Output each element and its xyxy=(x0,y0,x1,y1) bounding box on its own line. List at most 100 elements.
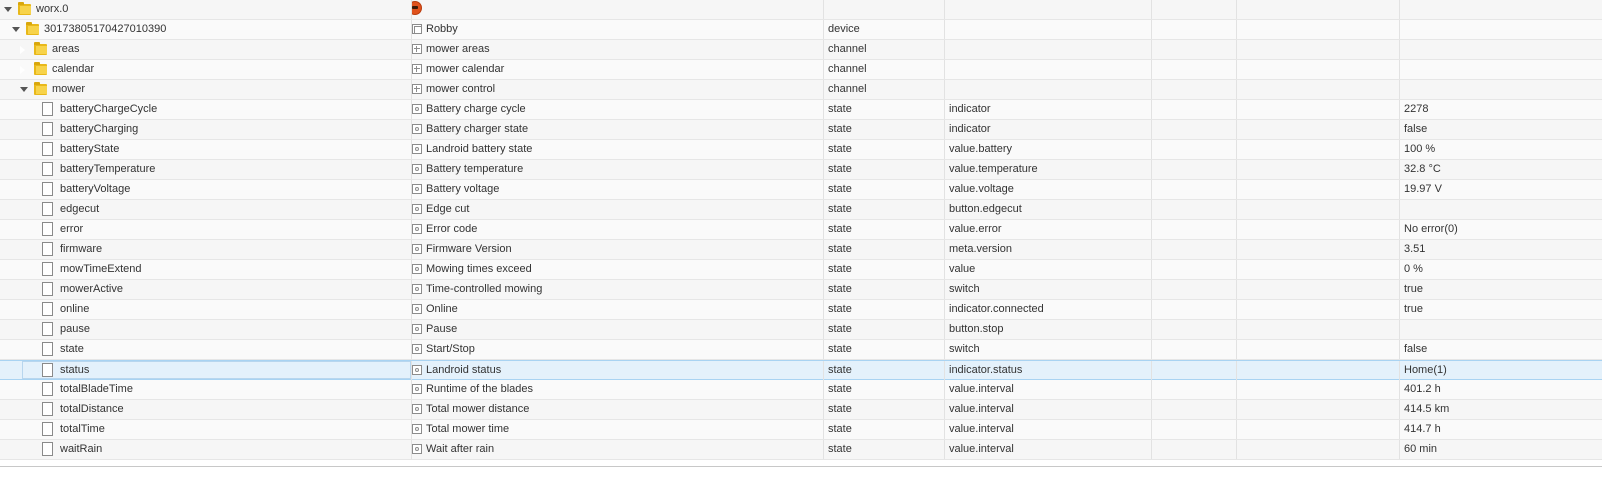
value-cell[interactable]: false xyxy=(1400,120,1602,139)
tree-row-batteryTemperature[interactable]: batteryTemperature Battery temperature sta… xyxy=(0,160,1602,180)
name-cell[interactable]: Mowing times exceed xyxy=(412,260,824,279)
id-cell[interactable]: state xyxy=(0,340,412,359)
id-cell[interactable]: pause xyxy=(0,320,412,339)
value-cell[interactable] xyxy=(1400,200,1602,219)
id-cell[interactable]: batteryVoltage xyxy=(0,180,412,199)
id-cell[interactable]: error xyxy=(0,220,412,239)
id-cell[interactable]: edgecut xyxy=(0,200,412,219)
name-cell[interactable]: Robby xyxy=(412,20,824,39)
value-cell[interactable]: Home(1) xyxy=(1400,361,1602,380)
name-cell[interactable]: Start/Stop xyxy=(412,340,824,359)
name-cell[interactable]: Landroid battery state xyxy=(412,140,824,159)
name-cell[interactable]: mower calendar xyxy=(412,60,824,79)
id-cell[interactable]: status xyxy=(0,361,412,380)
name-cell[interactable]: Online xyxy=(412,300,824,319)
role-cell: indicator xyxy=(945,120,1152,139)
value-cell[interactable]: 2278 xyxy=(1400,100,1602,119)
id-cell[interactable]: mowTimeExtend xyxy=(0,260,412,279)
name-cell[interactable]: Battery temperature xyxy=(412,160,824,179)
name-cell[interactable]: mower areas xyxy=(412,40,824,59)
value-cell[interactable]: 100 % xyxy=(1400,140,1602,159)
expand-open-icon[interactable] xyxy=(12,27,20,32)
name-cell[interactable]: Total mower distance xyxy=(412,400,824,419)
id-cell[interactable]: firmware xyxy=(0,240,412,259)
value-cell[interactable]: 60 min xyxy=(1400,440,1602,459)
id-cell[interactable]: areas xyxy=(0,40,412,59)
tree-row-calendar[interactable]: calendar mower calendar channel xyxy=(0,60,1602,80)
value-cell[interactable]: 0 % xyxy=(1400,260,1602,279)
tree-row-state[interactable]: state Start/Stop state switch false xyxy=(0,340,1602,360)
tree-row-mower[interactable]: mower mower control channel xyxy=(0,80,1602,100)
value-cell[interactable] xyxy=(1400,320,1602,339)
id-cell[interactable]: mowerActive xyxy=(0,280,412,299)
value-cell[interactable]: No error(0) xyxy=(1400,220,1602,239)
id-cell[interactable]: totalTime xyxy=(0,420,412,439)
id-cell[interactable]: waitRain xyxy=(0,440,412,459)
value-cell[interactable] xyxy=(1400,20,1602,39)
value-cell[interactable]: 32.8 °C xyxy=(1400,160,1602,179)
name-cell[interactable]: Landroid status xyxy=(412,361,824,380)
tree-row-online[interactable]: online Online state indicator.connected true xyxy=(0,300,1602,320)
name-cell[interactable]: Battery voltage xyxy=(412,180,824,199)
tree-row-mowTimeExtend[interactable]: mowTimeExtend Mowing times exceed state val… xyxy=(0,260,1602,280)
tree-row-mowerActive[interactable]: mowerActive Time-controlled mowing state sw… xyxy=(0,280,1602,300)
tree-row-edgecut[interactable]: edgecut Edge cut state button.edgecut xyxy=(0,200,1602,220)
tree-row-30173805170427010390[interactable]: 30173805170427010390 Robby device xyxy=(0,20,1602,40)
tree-row-status[interactable]: status Landroid status state indicator.stat… xyxy=(0,360,1602,380)
id-cell[interactable]: totalBladeTime xyxy=(0,380,412,399)
expand-closed-icon[interactable] xyxy=(19,65,25,75)
name-cell[interactable]: Pause xyxy=(412,320,824,339)
value-cell[interactable] xyxy=(1400,0,1602,19)
id-cell[interactable]: totalDistance xyxy=(0,400,412,419)
id-cell[interactable]: 30173805170427010390 xyxy=(0,20,412,39)
tree-row-batteryChargeCycle[interactable]: batteryChargeCycle Battery charge cycle st… xyxy=(0,100,1602,120)
id-cell[interactable]: batteryState xyxy=(0,140,412,159)
value-cell[interactable]: 3.51 xyxy=(1400,240,1602,259)
tree-row-batteryVoltage[interactable]: batteryVoltage Battery voltage state value.… xyxy=(0,180,1602,200)
id-cell[interactable]: mower xyxy=(0,80,412,99)
value-cell[interactable]: 414.5 km xyxy=(1400,400,1602,419)
value-cell[interactable]: true xyxy=(1400,280,1602,299)
value-cell[interactable] xyxy=(1400,40,1602,59)
id-cell[interactable]: batteryTemperature xyxy=(0,160,412,179)
object-id-label: areas xyxy=(52,43,80,55)
id-cell[interactable]: batteryCharging xyxy=(0,120,412,139)
tree-row-totalDistance[interactable]: totalDistance Total mower distance state va… xyxy=(0,400,1602,420)
name-cell[interactable] xyxy=(412,0,824,19)
id-cell[interactable]: worx.0 xyxy=(0,0,412,19)
value-cell[interactable]: 19.97 V xyxy=(1400,180,1602,199)
expand-closed-icon[interactable] xyxy=(19,45,25,55)
tree-row-waitRain[interactable]: waitRain Wait after rain state value.interv… xyxy=(0,440,1602,460)
tree-row-firmware[interactable]: firmware Firmware Version state meta.versio… xyxy=(0,240,1602,260)
value-cell[interactable]: false xyxy=(1400,340,1602,359)
value-cell[interactable] xyxy=(1400,80,1602,99)
name-cell[interactable]: mower control xyxy=(412,80,824,99)
value-cell[interactable]: true xyxy=(1400,300,1602,319)
tree-row-pause[interactable]: pause Pause state button.stop xyxy=(0,320,1602,340)
name-cell[interactable]: Battery charger state xyxy=(412,120,824,139)
tree-row-batteryState[interactable]: batteryState Landroid battery state state v… xyxy=(0,140,1602,160)
id-cell[interactable]: online xyxy=(0,300,412,319)
value-cell[interactable] xyxy=(1400,60,1602,79)
name-cell[interactable]: Battery charge cycle xyxy=(412,100,824,119)
name-cell[interactable]: Edge cut xyxy=(412,200,824,219)
expand-open-icon[interactable] xyxy=(4,7,12,12)
name-cell[interactable]: Total mower time xyxy=(412,420,824,439)
name-cell[interactable]: Wait after rain xyxy=(412,440,824,459)
tree-row-batteryCharging[interactable]: batteryCharging Battery charger state stat… xyxy=(0,120,1602,140)
value-cell[interactable]: 414.7 h xyxy=(1400,420,1602,439)
tree-row-areas[interactable]: areas mower areas channel xyxy=(0,40,1602,60)
name-cell[interactable]: Time-controlled mowing xyxy=(412,280,824,299)
tree-row-error[interactable]: error Error code state value.error No error(… xyxy=(0,220,1602,240)
id-cell[interactable]: calendar xyxy=(0,60,412,79)
tree-row-totalBladeTime[interactable]: totalBladeTime Runtime of the blades state… xyxy=(0,380,1602,400)
function-cell xyxy=(1237,140,1400,159)
name-cell[interactable]: Firmware Version xyxy=(412,240,824,259)
name-cell[interactable]: Error code xyxy=(412,220,824,239)
expand-open-icon[interactable] xyxy=(20,87,28,92)
name-cell[interactable]: Runtime of the blades xyxy=(412,380,824,399)
value-cell[interactable]: 401.2 h xyxy=(1400,380,1602,399)
tree-row-totalTime[interactable]: totalTime Total mower time state value.inte… xyxy=(0,420,1602,440)
tree-row-worx.0[interactable]: worx.0 xyxy=(0,0,1602,20)
id-cell[interactable]: batteryChargeCycle xyxy=(0,100,412,119)
